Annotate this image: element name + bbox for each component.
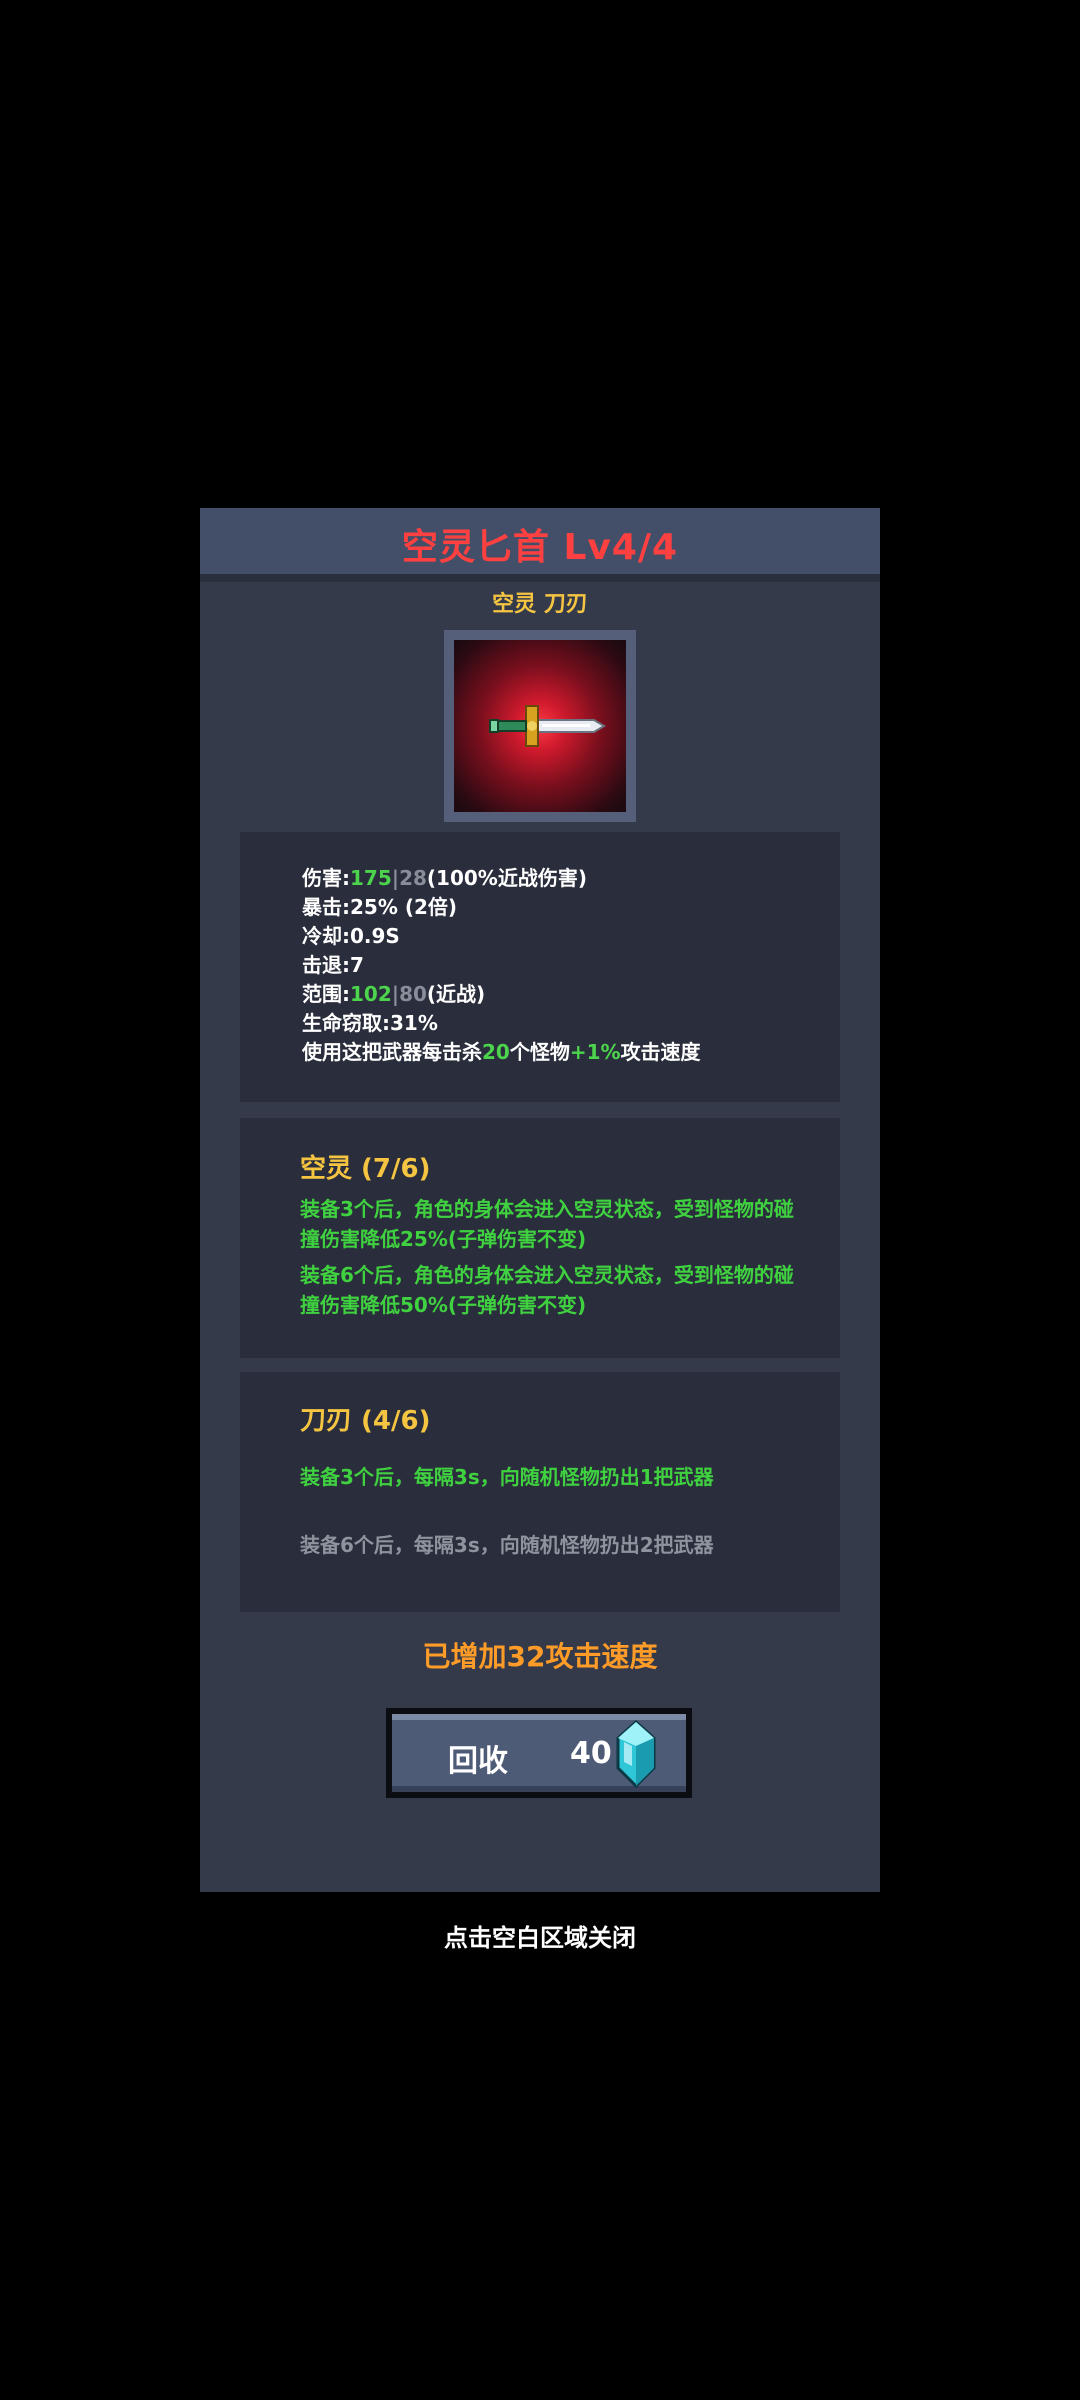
kill-bonus-value: +1% [569, 1040, 621, 1064]
kill-bonus-suffix: 攻击速度 [620, 1040, 701, 1064]
set-title: 刀刃 (4/6) [300, 1406, 431, 1436]
set-bonus-panel-blade: 刀刃 (4/6) 装备3个后，每隔3s，向随机怪物扔出1把武器 装备6个后，每隔… [240, 1372, 840, 1612]
weapon-detail-modal: 空灵匕首 Lv4/4 空灵 刀刃 伤害:175|28(100%近战伤害) 暴击:… [200, 508, 880, 1892]
recycle-amount: 40 [570, 1736, 612, 1771]
stat-range-separator: | [391, 982, 400, 1006]
recycle-label: 回收 [448, 1744, 508, 1779]
kill-bonus-prefix: 使用这把武器每击杀 [302, 1040, 482, 1064]
stat-crit: 暴击:25% (2倍) [302, 895, 458, 919]
stat-damage-label: 伤害: [302, 866, 350, 890]
stat-cooldown: 冷却:0.9S [302, 924, 400, 948]
stat-range: 范围:102|80(近战) [302, 978, 485, 1007]
set-effect-active: 装备6个后，角色的身体会进入空灵状态，受到怪物的碰撞伤害降低50%(子弹伤害不变… [300, 1263, 794, 1317]
set-effect-inactive: 装备6个后，每隔3s，向随机怪物扔出2把武器 [300, 1533, 714, 1557]
stat-damage-value: 175 [350, 866, 392, 890]
stat-damage-base: 28 [399, 866, 427, 890]
set-effect-active: 装备3个后，角色的身体会进入空灵状态，受到怪物的碰撞伤害降低25%(子弹伤害不变… [300, 1197, 794, 1251]
stat-knockback: 击退:7 [302, 953, 364, 977]
stat-range-value: 102 [350, 982, 392, 1006]
kill-bonus-middle: 个怪物 [509, 1040, 570, 1064]
set-title: 空灵 (7/6) [300, 1154, 431, 1184]
weapon-title: 空灵匕首 Lv4/4 [401, 527, 679, 568]
stat-lifesteal: 生命窃取:31% [302, 1011, 438, 1035]
weapon-tags: 空灵 刀刃 [492, 592, 588, 617]
stats-panel: 伤害:175|28(100%近战伤害) 暴击:25% (2倍) 冷却:0.9S … [240, 832, 840, 1102]
stat-kill-bonus: 使用这把武器每击杀20个怪物+1%攻击速度 [302, 1036, 701, 1065]
set-effect-active: 装备3个后，每隔3s，向随机怪物扔出1把武器 [300, 1465, 714, 1489]
weapon-icon-background [454, 640, 626, 812]
kill-bonus-count: 20 [482, 1040, 510, 1064]
gem-icon [616, 1720, 656, 1788]
stat-damage: 伤害:175|28(100%近战伤害) [302, 862, 587, 891]
recycle-button[interactable]: 回收 40 [386, 1708, 692, 1798]
stat-damage-separator: | [391, 866, 400, 890]
stat-range-base: 80 [399, 982, 427, 1006]
recycle-button-face[interactable]: 回收 40 [392, 1714, 686, 1792]
attack-speed-bonus-text: 已增加32攻击速度 [422, 1640, 658, 1673]
stat-range-suffix: (近战) [426, 982, 486, 1006]
close-hint[interactable]: 点击空白区域关闭 [0, 1918, 1080, 1953]
dagger-icon [489, 705, 606, 747]
set-bonus-panel-ethereal: 空灵 (7/6) 装备3个后，角色的身体会进入空灵状态，受到怪物的碰撞伤害降低2… [240, 1118, 840, 1358]
stat-damage-suffix: (100%近战伤害) [426, 866, 587, 890]
stat-range-label: 范围: [302, 982, 350, 1006]
weapon-icon-frame [444, 630, 636, 822]
modal-header: 空灵匕首 Lv4/4 [200, 508, 880, 582]
